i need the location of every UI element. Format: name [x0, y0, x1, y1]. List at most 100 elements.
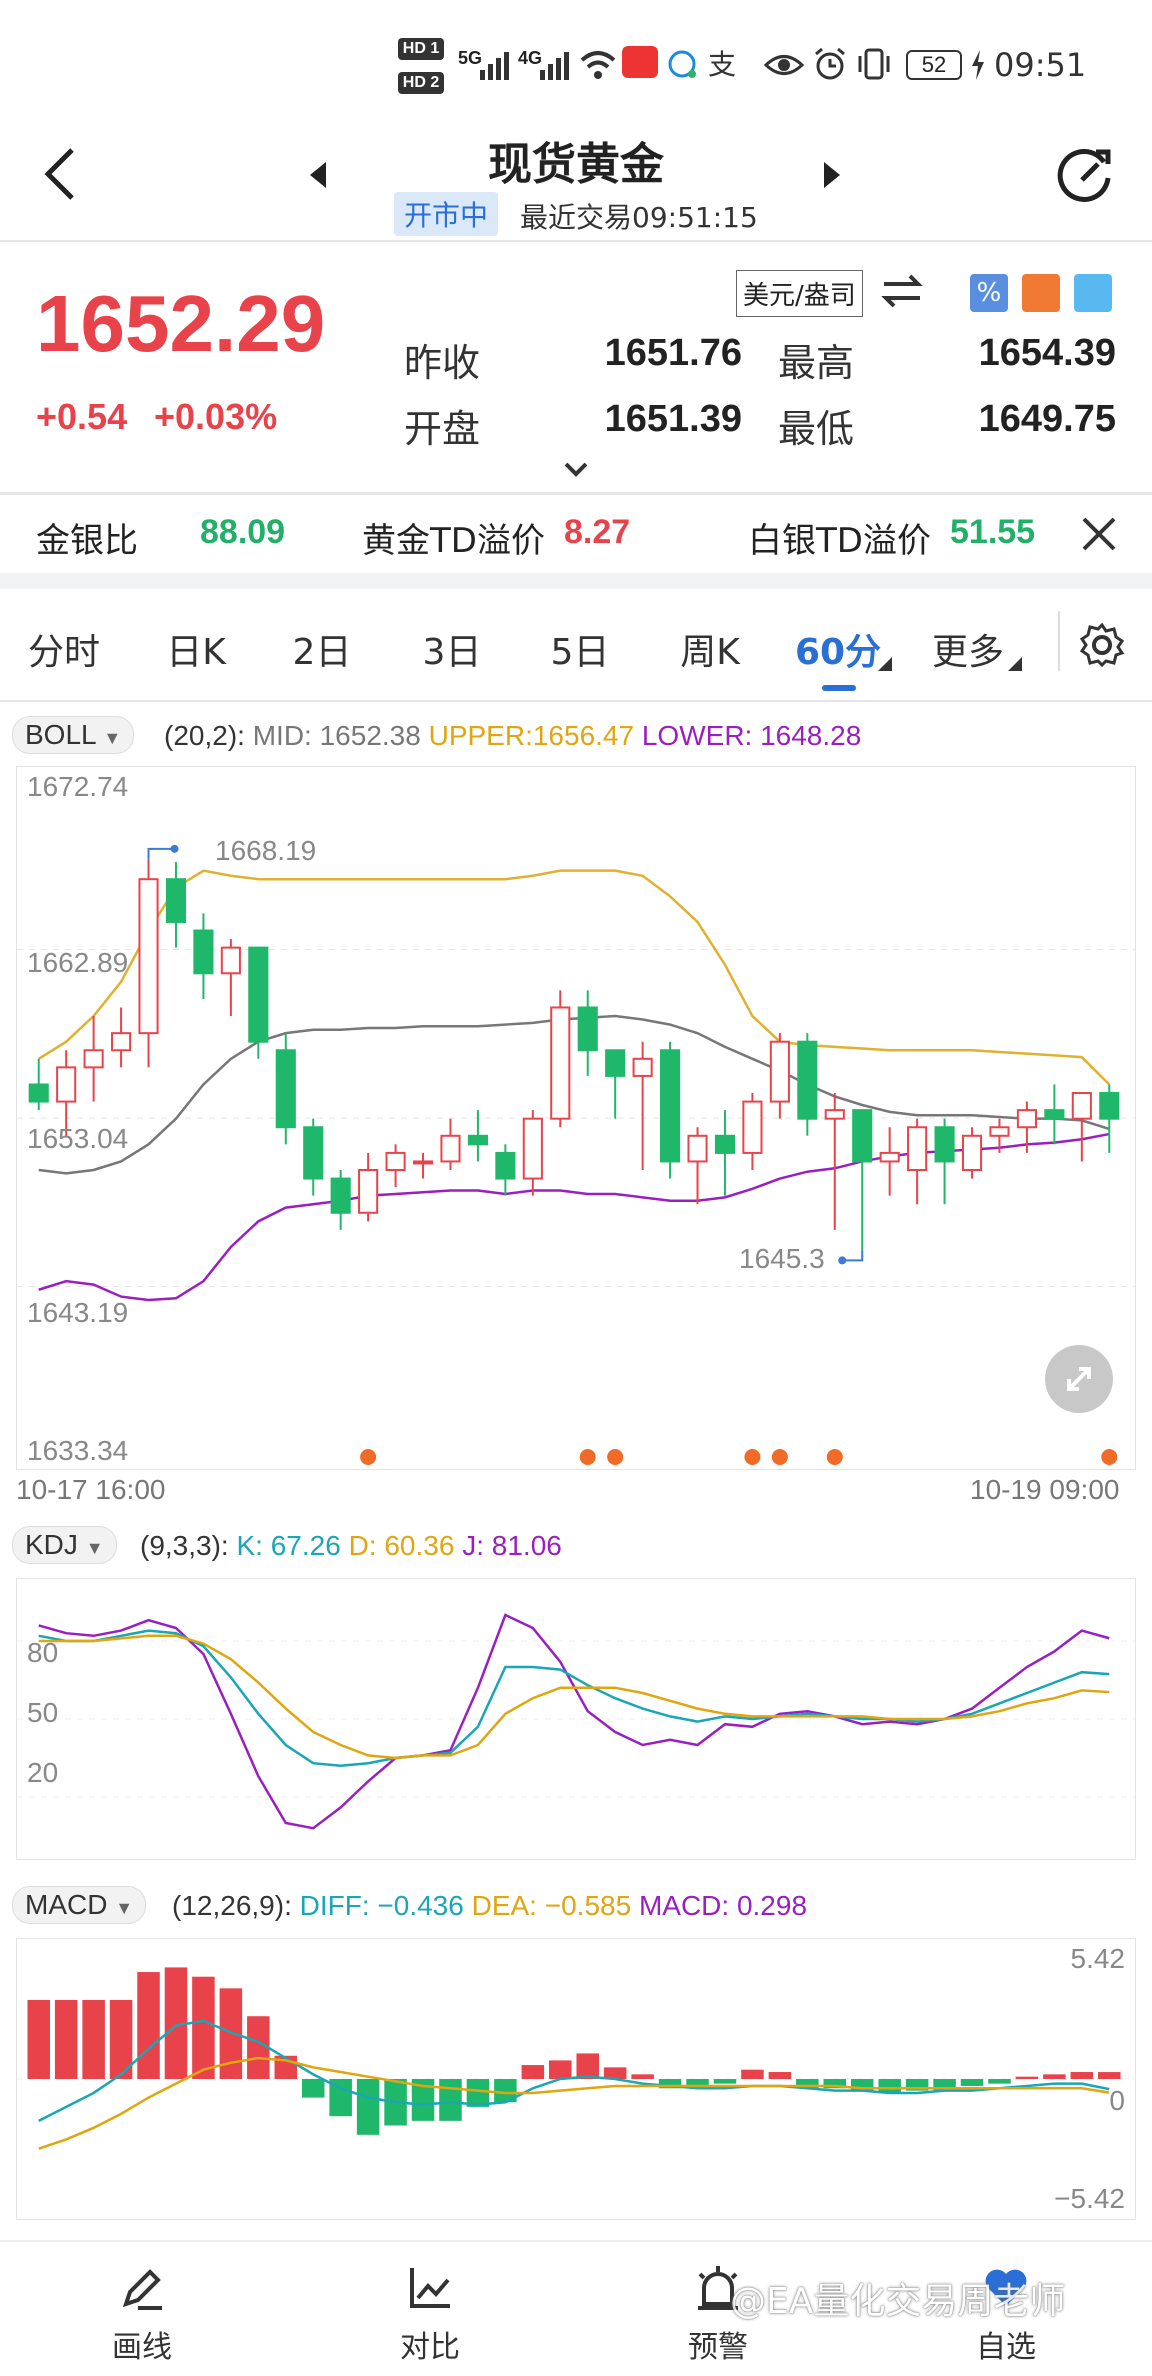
- tab-3day[interactable]: 3日: [392, 623, 512, 675]
- nav-compare[interactable]: 对比: [360, 2252, 500, 2372]
- gold-silver-ratio-value: 88.09: [200, 513, 286, 551]
- candle-down: [330, 1177, 351, 1214]
- macd-bar-positive: [1015, 2076, 1039, 2079]
- event-marker: [360, 1449, 377, 1465]
- watermark: @EA量化交易周老师: [730, 2281, 1066, 2322]
- y-tick-1: 1672.74: [27, 771, 129, 802]
- kdj-y-tick-50: 50: [27, 1697, 59, 1728]
- candle-down: [714, 1134, 736, 1154]
- boll-mid: MID: 1652.38: [252, 720, 421, 751]
- gold-silver-ratio-label: 金银比: [36, 521, 138, 561]
- macd-params: (12,26,9):: [172, 1890, 292, 1921]
- prev-close-label: 昨收: [404, 341, 481, 385]
- tab-5day[interactable]: 5日: [520, 623, 640, 675]
- swap-icon[interactable]: [880, 274, 924, 308]
- kdj-chart-panel[interactable]: 80 50 20: [16, 1578, 1136, 1860]
- price-change: +0.54: [36, 396, 128, 437]
- candle-down: [28, 1083, 49, 1103]
- expand-chevron-icon[interactable]: [562, 460, 590, 478]
- candle-down: [275, 1049, 296, 1129]
- macd-bar-negative: [301, 2079, 325, 2098]
- candle-down: [303, 1126, 324, 1180]
- candle-up: [412, 1160, 434, 1165]
- bottom-nav: 画线 对比 预警 自选 @EA量化交易周老师: [0, 2240, 1152, 2376]
- clock: 09:51: [994, 46, 1087, 84]
- tab-weekly[interactable]: 周K: [650, 623, 770, 675]
- boll-dropdown-icon: ▼: [103, 728, 122, 748]
- candle-down: [248, 946, 269, 1043]
- macd-bar-positive: [768, 2072, 792, 2079]
- macd-bar-positive: [82, 1999, 105, 2079]
- candle-down: [934, 1126, 955, 1163]
- candle-up: [358, 1169, 379, 1214]
- refresh-icon[interactable]: [1052, 144, 1118, 210]
- macd-bar-positive: [549, 2060, 572, 2079]
- chat-notification-icon: [668, 50, 696, 78]
- boll-values: (20,2): MID: 1652.38 UPPER:1656.47 LOWER…: [164, 720, 861, 752]
- event-marker: [1101, 1449, 1118, 1465]
- fullscreen-button[interactable]: [1045, 1345, 1113, 1413]
- back-icon[interactable]: [42, 146, 78, 202]
- status-bar: HD 1 HD 2 5G 4G 支 52 09:51: [0, 0, 1152, 130]
- event-marker: [607, 1449, 624, 1465]
- settings-gear-icon[interactable]: [1078, 621, 1126, 669]
- app-notification-icon: [622, 46, 658, 78]
- event-marker: [826, 1449, 843, 1465]
- last-trade-time: 最近交易09:51:15: [520, 201, 758, 234]
- macd-bar-positive: [1070, 2072, 1094, 2079]
- prev-instrument-icon[interactable]: [306, 160, 330, 190]
- low-label: 最低: [778, 407, 855, 451]
- candle-down: [605, 1049, 626, 1077]
- kdj-dropdown-icon: ▼: [85, 1538, 104, 1558]
- macd-chart-panel[interactable]: 5.42 0 −5.42: [16, 1938, 1136, 2220]
- high-value: 1654.39: [978, 332, 1116, 374]
- macd-diff: DIFF: −0.436: [299, 1890, 464, 1921]
- macd-dea: DEA: −0.585: [471, 1890, 632, 1921]
- nav-draw-line[interactable]: 画线: [72, 2252, 212, 2372]
- macd-bar-negative: [356, 2079, 380, 2135]
- y-tick-4: 1643.19: [27, 1297, 129, 1328]
- section-gap: [0, 573, 1152, 589]
- kdj-chart: [17, 1613, 1135, 1830]
- tab-more-dropdown-icon: [1008, 657, 1022, 671]
- next-instrument-icon[interactable]: [820, 160, 844, 190]
- candle-up: [769, 1040, 790, 1103]
- lighthouse-icon[interactable]: [1022, 274, 1060, 312]
- candlestick-chart-panel[interactable]: 1672.74 1662.89 1653.04 1643.19 1633.34 …: [16, 766, 1136, 1470]
- macd-value: MACD: 0.298: [638, 1890, 808, 1921]
- tab-2day[interactable]: 2日: [262, 623, 382, 675]
- candle-up: [907, 1126, 928, 1172]
- eye-icon: [764, 55, 804, 75]
- svg-text:支: 支: [708, 48, 736, 80]
- macd-name: MACD: [25, 1889, 108, 1920]
- pie-chart-icon[interactable]: [1074, 274, 1112, 312]
- boll-name: BOLL: [25, 719, 96, 750]
- macd-indicator-selector[interactable]: MACD ▼: [12, 1886, 147, 1924]
- macd-bar-positive: [521, 2065, 545, 2079]
- boll-indicator-selector[interactable]: BOLL ▼: [12, 716, 135, 754]
- x-start-label: 10-17 16:00: [16, 1474, 166, 1505]
- candle-down: [467, 1134, 488, 1146]
- candle-up: [440, 1134, 461, 1163]
- candle-up: [138, 878, 159, 1035]
- candle-up: [220, 946, 241, 975]
- nav-watchlist-label: 自选: [976, 2330, 1036, 2365]
- alarm-clock-icon: [815, 47, 845, 80]
- silver-td-premium-label: 白银TD溢价: [748, 521, 931, 561]
- kdj-name: KDJ: [25, 1529, 78, 1560]
- nav-alert-label: 预警: [688, 2330, 748, 2365]
- event-marker: [744, 1449, 761, 1465]
- currency-unit-button[interactable]: 美元/盎司: [736, 270, 863, 317]
- kdj-y-tick-80: 80: [27, 1637, 59, 1668]
- market-status-badge: 开市中: [394, 192, 499, 236]
- tab-intraday[interactable]: 分时: [4, 623, 124, 675]
- candle-up: [111, 1032, 132, 1052]
- tab-daily[interactable]: 日K: [136, 623, 256, 675]
- macd-bar-positive: [631, 2074, 654, 2079]
- signal-icon: [480, 52, 509, 80]
- percent-icon[interactable]: %: [970, 274, 1008, 312]
- macd-bar-positive: [576, 2053, 599, 2079]
- close-icon[interactable]: [1080, 515, 1118, 553]
- kdj-indicator-selector[interactable]: KDJ ▼: [12, 1526, 117, 1564]
- macd-bar-negative: [960, 2079, 984, 2086]
